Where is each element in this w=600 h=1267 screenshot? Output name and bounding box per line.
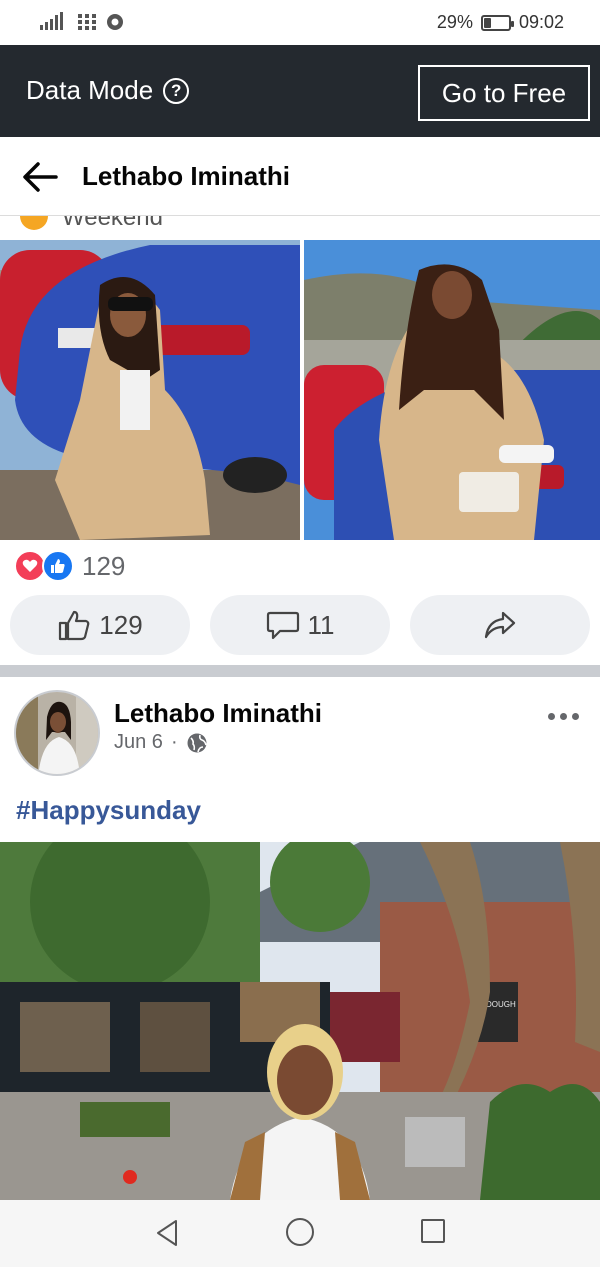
emoji-icon [20, 216, 48, 230]
comment-button[interactable]: 11 [210, 595, 390, 655]
status-icons [38, 12, 124, 32]
post-date[interactable]: Jun 6 [114, 731, 163, 754]
thumbs-up-icon [59, 610, 90, 641]
like-button[interactable]: 129 [10, 595, 190, 655]
post-hashtag[interactable]: #Happysunday [16, 795, 201, 826]
nav-home-icon[interactable] [286, 1218, 314, 1246]
shop-sign-text: DOUGH [486, 1000, 516, 1009]
nav-back-icon[interactable] [154, 1218, 180, 1248]
share-icon [484, 611, 516, 639]
chrome-icon [107, 14, 123, 30]
help-icon[interactable]: ? [163, 77, 190, 104]
post-photo-right[interactable] [304, 240, 600, 540]
data-mode-toggle[interactable]: Data Mode ? [26, 75, 190, 106]
post-author[interactable]: Lethabo Iminathi [114, 698, 322, 729]
more-options-icon[interactable] [548, 706, 582, 726]
status-bar: 29% 09:02 [0, 0, 600, 45]
back-arrow-icon[interactable] [20, 159, 60, 195]
reaction-summary[interactable]: 129 [14, 550, 125, 582]
signal-icon [40, 12, 63, 30]
data-mode-bar: Data Mode ? Go to Free [0, 45, 600, 137]
clock: 09:02 [518, 12, 564, 32]
reaction-count: 129 [82, 550, 126, 581]
meta-separator: · [170, 731, 178, 753]
page-header: Lethabo Iminathi [0, 137, 600, 216]
nav-recents-icon[interactable] [421, 1219, 445, 1243]
share-button[interactable] [410, 595, 590, 655]
avatar[interactable] [14, 690, 100, 776]
battery-icon [480, 14, 514, 31]
comment-icon [266, 611, 299, 640]
comment-count: 11 [307, 609, 335, 640]
post-photo[interactable]: DOUGH [0, 842, 600, 1200]
battery-fill [483, 17, 492, 28]
post-photo-left[interactable] [0, 240, 300, 540]
like-count: 129 [99, 609, 143, 640]
system-nav-bar [0, 1200, 600, 1267]
app-grid-icon [78, 14, 96, 30]
page-title: Lethabo Iminathi [82, 161, 290, 191]
post-meta: Jun 6 · [114, 731, 208, 754]
globe-icon [187, 733, 207, 752]
status-right: 29% 09:02 [437, 12, 564, 33]
previous-post-photos [0, 240, 600, 540]
previous-post-text: Weekend [0, 216, 600, 240]
data-mode-label: Data Mode [26, 75, 154, 105]
previous-post-caption: Weekend [62, 216, 163, 231]
like-reaction-icon [42, 550, 74, 582]
post-action-row: 129 11 [10, 595, 590, 655]
battery-percent: 29% [436, 12, 473, 32]
feed-separator [0, 665, 600, 677]
go-to-free-button[interactable]: Go to Free [418, 65, 590, 121]
